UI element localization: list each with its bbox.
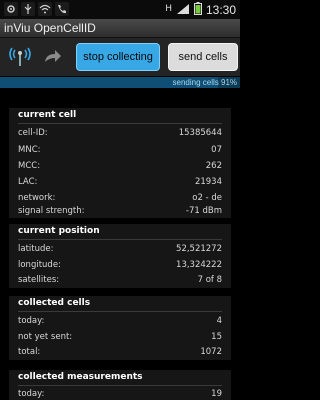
cells-not-sent-row: not yet sent: 15 [18,332,222,344]
network-label: network: [18,193,56,203]
mcc-row: MCC: 262 [18,161,222,173]
network-value: o2 - de [192,193,222,203]
signal-strength-value: -71 dBm [185,206,222,216]
toolbar: stop collecting send cells [0,38,240,76]
mnc-row: MNC: 07 [18,145,222,157]
cells-today-value: 4 [216,316,222,326]
settings-icon [4,2,18,16]
longitude-value: 13,324222 [176,260,222,270]
current-position-panel: current position latitude: 52,521272 lon… [9,224,231,288]
progress-label: sending cells 91% [172,78,237,87]
cells-today-row: today: 4 [18,316,222,328]
status-bar: H 13:30 [0,0,240,19]
status-time: 13:30 [205,2,236,17]
mcc-value: 262 [205,161,222,171]
satellites-label: satellites: [18,275,60,285]
signal-strength-row: signal strength: -71 dBm [18,206,222,218]
divider [18,123,222,124]
divider [18,311,222,312]
cells-total-value: 1072 [200,347,222,357]
share-arrow-icon[interactable] [40,44,64,68]
lac-label: LAC: [18,177,38,187]
collected-measurements-panel: collected measurements today: 19 [9,370,231,400]
cell-id-value: 15385644 [178,128,222,138]
signal-icon [176,0,190,19]
cells-not-sent-label: not yet sent: [18,332,73,342]
stop-collecting-button[interactable]: stop collecting [76,43,160,71]
lac-value: 21934 [194,177,222,187]
current-position-title: current position [18,226,100,236]
longitude-row: longitude: 13,324222 [18,260,222,272]
cells-total-label: total: [18,347,41,357]
measurements-today-label: today: [18,389,45,399]
cell-id-row: cell-ID: 15385644 [18,128,222,140]
phone-icon [55,2,69,16]
battery-icon [193,0,202,19]
app-title: inViu OpenCellID [4,21,96,35]
lac-row: LAC: 21934 [18,177,222,189]
signal-strength-label: signal strength: [18,206,85,216]
collected-cells-panel: collected cells today: 4 not yet sent: 1… [9,296,231,360]
mcc-label: MCC: [18,161,41,171]
satellites-value: 7 of 8 [197,275,222,285]
title-bar: inViu OpenCellID [0,19,240,38]
network-row: network: o2 - de [18,193,222,205]
antenna-icon [8,44,32,68]
cells-total-row: total: 1072 [18,347,222,359]
measurements-today-value: 19 [211,389,222,399]
divider [18,239,222,240]
status-icons-left [4,2,69,17]
usb-icon [21,2,35,16]
divider [18,385,222,386]
send-cells-button[interactable]: send cells [168,43,238,71]
network-type: H [165,4,172,14]
collected-measurements-title: collected measurements [18,372,143,382]
mnc-value: 07 [211,145,222,155]
cells-not-sent-value: 15 [211,332,222,342]
current-cell-panel: current cell cell-ID: 15385644 MNC: 07 M… [9,108,231,218]
latitude-value: 52,521272 [176,244,222,254]
satellites-row: satellites: 7 of 8 [18,275,222,287]
cell-id-label: cell-ID: [18,128,48,138]
sending-progress: sending cells 91% [0,77,240,88]
wifi-icon [38,2,52,16]
cells-today-label: today: [18,316,45,326]
latitude-row: latitude: 52,521272 [18,244,222,256]
measurements-today-row: today: 19 [18,389,222,400]
content-area: current cell cell-ID: 15385644 MNC: 07 M… [0,90,240,400]
longitude-label: longitude: [18,260,61,270]
collected-cells-title: collected cells [18,298,91,308]
current-cell-title: current cell [18,110,77,120]
status-icons-right: H 13:30 [165,1,236,18]
mnc-label: MNC: [18,145,41,155]
latitude-label: latitude: [18,244,54,254]
